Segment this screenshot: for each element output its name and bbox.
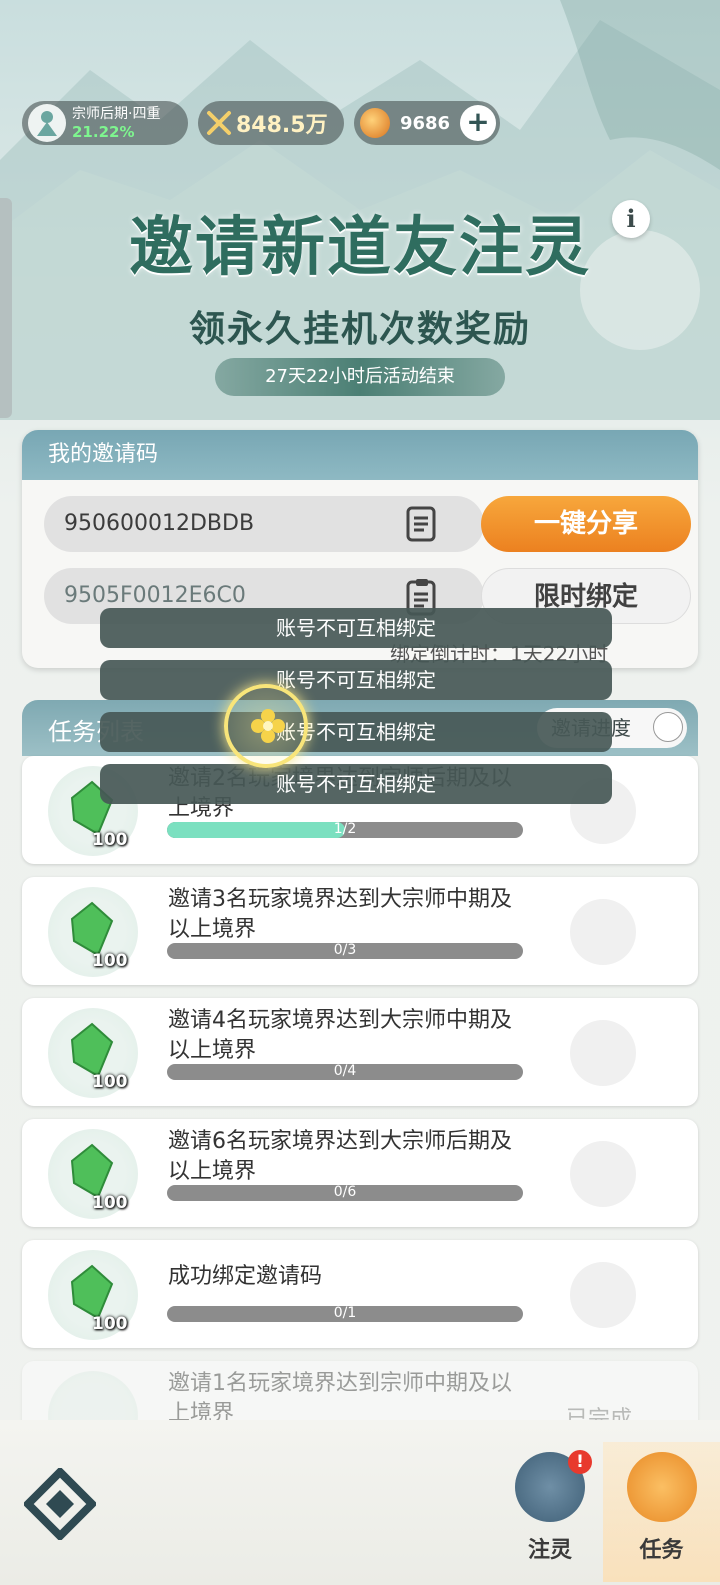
reward-count: 100	[92, 830, 128, 850]
currency-badge: 9686 +	[354, 101, 500, 145]
share-button[interactable]: 一键分享	[481, 496, 691, 552]
flower-sparkle-icon	[251, 709, 285, 743]
task-progress-bar: 0/6	[167, 1185, 523, 1201]
treasure-chest-icon[interactable]	[570, 1020, 636, 1086]
invite-card-header: 我的邀请码	[22, 430, 698, 480]
task-progress-bar: 1/2	[167, 822, 523, 838]
reward-item[interactable]: 100	[48, 887, 138, 977]
info-button[interactable]: i	[612, 200, 650, 238]
person-icon	[653, 712, 683, 742]
reward-item[interactable]: 100	[48, 1129, 138, 1219]
banner-title-wrap: 邀请新道友注灵	[100, 196, 620, 288]
top-status-bar: 宗师后期·四重 21.22% 848.5万 9686 +	[22, 100, 500, 146]
task-progress-bar: 0/1	[167, 1306, 523, 1322]
reward-count: 100	[92, 951, 128, 971]
task-description: 邀请4名玩家境界达到大宗师中期及以上境界	[168, 1008, 512, 1063]
task-progress-text: 0/6	[333, 1185, 357, 1200]
reward-count: 100	[92, 1193, 128, 1213]
banner-subtitle: 领永久挂机次数奖励	[188, 309, 531, 350]
task-item: 100 邀请4名玩家境界达到大宗师中期及以上境界 0/4	[22, 998, 698, 1106]
task-item-completed: 邀请1名玩家境界达到宗师中期及以上境界 已完成	[22, 1361, 698, 1425]
task-item: 100 成功绑定邀请码 0/1	[22, 1240, 698, 1348]
reward-count: 100	[92, 1314, 128, 1334]
tab-infuse[interactable]: ! 注灵	[500, 1442, 600, 1582]
tab-infuse-label: 注灵	[527, 1538, 572, 1563]
treasure-chest-icon[interactable]	[570, 1141, 636, 1207]
task-progress-text: 0/3	[333, 943, 357, 958]
event-countdown: 27天22小时后活动结束	[215, 358, 505, 396]
combat-power-badge: 848.5万	[198, 101, 344, 145]
spirit-coin-icon	[360, 108, 390, 138]
tap-effect	[224, 684, 308, 768]
tab-tasks[interactable]: 任务	[603, 1442, 720, 1582]
task-description: 邀请6名玩家境界达到大宗师后期及以上境界	[168, 1129, 512, 1184]
scroll-icon	[626, 1452, 697, 1522]
task-list: 100 邀请2名玩家境界达到宗师后期及以上境界 1/2 100 邀请3名玩家境界…	[22, 756, 698, 1438]
banner-title: 邀请新道友注灵	[129, 210, 591, 285]
currency-value: 9686	[399, 112, 451, 134]
treasure-chest-icon[interactable]	[570, 899, 636, 965]
realm-badge[interactable]: 宗师后期·四重 21.22%	[22, 101, 188, 145]
task-description: 邀请3名玩家境界达到大宗师中期及以上境界	[168, 887, 512, 942]
toast-message: 账号不可互相绑定	[100, 764, 612, 804]
copy-icon[interactable]	[404, 506, 440, 544]
reward-item[interactable]: 100	[48, 1008, 138, 1098]
task-description: 成功绑定邀请码	[168, 1264, 323, 1289]
task-progress-bar: 0/4	[167, 1064, 523, 1080]
task-item: 100 邀请3名玩家境界达到大宗师中期及以上境界 0/3	[22, 877, 698, 985]
reward-item	[48, 1371, 138, 1425]
treasure-chest-icon[interactable]	[570, 1262, 636, 1328]
task-progress-text: 0/4	[333, 1064, 357, 1079]
task-description: 邀请1名玩家境界达到宗师中期及以上境界	[168, 1371, 512, 1425]
realm-name: 宗师后期·四重	[72, 106, 161, 122]
home-logo-icon[interactable]	[24, 1468, 96, 1540]
toast-message: 账号不可互相绑定	[100, 608, 612, 648]
reward-count: 100	[92, 1072, 128, 1092]
task-progress-text: 0/1	[333, 1306, 357, 1321]
jade-gem-icon	[70, 1143, 114, 1199]
jade-gem-icon	[70, 1264, 114, 1320]
toast-message: 账号不可互相绑定	[100, 712, 612, 752]
realm-progress: 21.22%	[72, 123, 135, 141]
task-progress-text: 1/2	[333, 822, 357, 837]
jade-gem-icon	[70, 1022, 114, 1078]
task-progress-bar: 0/3	[167, 943, 523, 959]
my-code-row: 950600012DBDB 一键分享	[44, 496, 691, 552]
toast-message: 账号不可互相绑定	[100, 660, 612, 700]
reward-item[interactable]: 100	[48, 1250, 138, 1340]
character-avatar-icon	[28, 104, 66, 142]
jade-gem-icon	[70, 901, 114, 957]
task-item: 100 邀请6名玩家境界达到大宗师后期及以上境界 0/6	[22, 1119, 698, 1227]
tab-tasks-label: 任务	[639, 1538, 684, 1563]
crossed-swords-icon	[207, 111, 231, 135]
combat-power-value: 848.5万	[236, 113, 328, 138]
add-currency-button[interactable]: +	[459, 105, 496, 141]
notification-badge: !	[568, 1450, 592, 1474]
